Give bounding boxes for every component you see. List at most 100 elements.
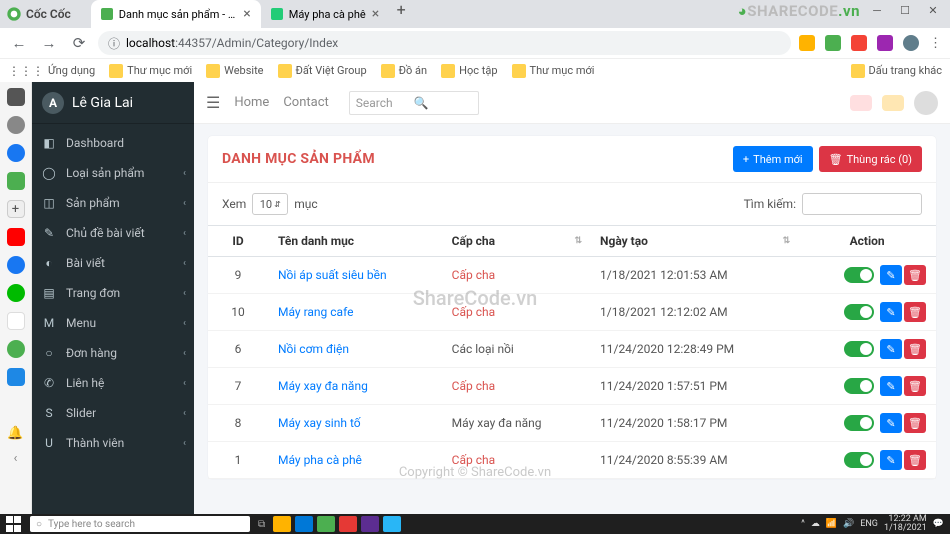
close-icon[interactable]: × <box>243 6 250 22</box>
sidebar-item[interactable]: ✆Liên hệ‹ <box>32 368 194 398</box>
toggle-switch[interactable] <box>844 415 874 431</box>
toggle-switch[interactable] <box>844 304 874 320</box>
category-link[interactable]: Máy xay đa năng <box>278 379 368 393</box>
sidebar-item[interactable]: MMenu‹ <box>32 308 194 338</box>
col-date[interactable]: Ngày tạo⇅ <box>590 226 798 257</box>
back-button[interactable]: ← <box>8 32 30 54</box>
facebook-icon[interactable] <box>7 256 25 274</box>
delete-button[interactable]: 🗑 <box>904 376 926 396</box>
extension-icon[interactable] <box>877 35 893 51</box>
edit-button[interactable]: ✎ <box>880 339 902 359</box>
bookmark-item[interactable]: Thư mục mới <box>512 64 595 78</box>
start-button[interactable] <box>6 516 22 532</box>
sidebar-item[interactable]: ▤Trang đơn‹ <box>32 278 194 308</box>
sidebar-icon[interactable] <box>7 172 25 190</box>
extension-icon[interactable] <box>825 35 841 51</box>
taskbar-app-icon[interactable] <box>383 516 401 532</box>
sidebar-item[interactable]: ◐Bài viết‹ <box>32 248 194 278</box>
page-length-select[interactable]: 10 ⇵ <box>252 193 288 215</box>
tray-up-icon[interactable]: ^ <box>801 519 805 529</box>
notifications-icon[interactable]: 💬 <box>933 519 944 529</box>
task-view-icon[interactable]: ⧉ <box>258 519 265 530</box>
messenger-icon[interactable] <box>7 144 25 162</box>
taskbar-app-icon[interactable] <box>273 516 291 532</box>
table-search-input[interactable] <box>802 193 922 215</box>
taskbar-app-icon[interactable] <box>317 516 335 532</box>
other-bookmarks[interactable]: Dấu trang khác <box>851 64 942 78</box>
edit-button[interactable]: ✎ <box>880 302 902 322</box>
delete-button[interactable]: 🗑 <box>904 302 926 322</box>
edit-button[interactable]: ✎ <box>880 413 902 433</box>
sidebar-item[interactable]: ◧Dashboard <box>32 128 194 158</box>
bookmark-item[interactable]: Đồ án <box>381 64 427 78</box>
col-name[interactable]: Tên danh mục <box>268 226 442 257</box>
search-input[interactable]: Search 🔍 <box>349 91 479 115</box>
toggle-switch[interactable] <box>844 378 874 394</box>
window-close[interactable]: ✕ <box>920 0 946 20</box>
col-parent[interactable]: Cấp cha⇅ <box>442 226 590 257</box>
edit-button[interactable]: ✎ <box>880 450 902 470</box>
extension-icon[interactable] <box>799 35 815 51</box>
sidebar-icon[interactable] <box>7 284 25 302</box>
brand[interactable]: A Lê Gia Lai <box>32 82 194 124</box>
category-link[interactable]: Nồi áp suất siêu bền <box>278 268 387 282</box>
volume-icon[interactable]: 🔊 <box>843 519 854 529</box>
toggle-switch[interactable] <box>844 267 874 283</box>
window-maximize[interactable]: ☐ <box>892 0 918 20</box>
taskbar-app-icon[interactable] <box>295 516 313 532</box>
toggle-switch[interactable] <box>844 452 874 468</box>
flag-icon[interactable] <box>850 95 872 111</box>
lang-indicator[interactable]: ENG <box>860 519 878 529</box>
windows-search[interactable]: ○ Type here to search <box>30 516 250 532</box>
col-id[interactable]: ID <box>208 226 268 257</box>
sidebar-item[interactable]: ◫Sản phẩm‹ <box>32 188 194 218</box>
nav-contact[interactable]: Contact <box>283 95 328 110</box>
bookmark-item[interactable]: Học tập <box>441 64 497 78</box>
cloud-icon[interactable]: ☁ <box>811 519 820 529</box>
edit-button[interactable]: ✎ <box>880 376 902 396</box>
taskbar-app-icon[interactable] <box>361 516 379 532</box>
delete-button[interactable]: 🗑 <box>904 265 926 285</box>
sidebar-item[interactable]: UThành viên‹ <box>32 428 194 458</box>
sidebar-icon[interactable] <box>7 88 25 106</box>
toggle-switch[interactable] <box>844 341 874 357</box>
delete-button[interactable]: 🗑 <box>904 413 926 433</box>
sidebar-item[interactable]: ✎Chủ đề bài viết‹ <box>32 218 194 248</box>
edit-button[interactable]: ✎ <box>880 265 902 285</box>
nav-home[interactable]: Home <box>234 95 269 110</box>
delete-button[interactable]: 🗑 <box>904 450 926 470</box>
sidebar-icon[interactable] <box>7 368 25 386</box>
sidebar-icon[interactable] <box>7 312 25 330</box>
apps-button[interactable]: ⋮⋮⋮Ứng dụng <box>8 64 95 78</box>
reload-button[interactable]: ⟳ <box>68 32 90 54</box>
new-tab-button[interactable]: + <box>389 0 413 28</box>
collapse-icon[interactable]: ‹ <box>14 451 18 466</box>
chat-icon[interactable] <box>882 95 904 111</box>
trash-button[interactable]: 🗑 Thùng rác (0) <box>819 146 922 172</box>
window-minimize[interactable]: ─ <box>864 0 890 20</box>
taskbar-app-icon[interactable] <box>339 516 357 532</box>
sidebar-item[interactable]: ○Đơn hàng‹ <box>32 338 194 368</box>
youtube-icon[interactable] <box>7 228 25 246</box>
add-button[interactable]: + Thêm mới <box>733 146 813 172</box>
bookmark-item[interactable]: Website <box>206 64 263 78</box>
browser-tab-active[interactable]: Danh mục sản phẩm - Quản ... × <box>91 0 261 28</box>
delete-button[interactable]: 🗑 <box>904 339 926 359</box>
address-bar[interactable]: ⓘ localhost:44357/Admin/Category/Index <box>98 31 791 55</box>
menu-toggle-icon[interactable]: ☰ <box>206 93 220 112</box>
sidebar-item[interactable]: SSlider‹ <box>32 398 194 428</box>
bookmark-item[interactable]: Đất Việt Group <box>278 64 367 78</box>
bell-icon[interactable]: 🔔 <box>7 426 23 441</box>
wifi-icon[interactable]: 📶 <box>826 519 837 529</box>
category-link[interactable]: Nồi cơm điện <box>278 342 349 356</box>
menu-icon[interactable]: ⋮ <box>929 36 942 51</box>
avatar[interactable] <box>914 91 938 115</box>
category-link[interactable]: Máy pha cà phê <box>278 453 362 467</box>
sidebar-item[interactable]: ◯Loại sản phẩm‹ <box>32 158 194 188</box>
sidebar-icon[interactable] <box>7 116 25 134</box>
browser-tab[interactable]: Máy pha cà phê × <box>261 0 389 28</box>
sidebar-icon[interactable] <box>7 340 25 358</box>
clock[interactable]: 12:22 AM1/18/2021 <box>884 515 927 533</box>
forward-button[interactable]: → <box>38 32 60 54</box>
category-link[interactable]: Máy xay sinh tố <box>278 416 361 430</box>
